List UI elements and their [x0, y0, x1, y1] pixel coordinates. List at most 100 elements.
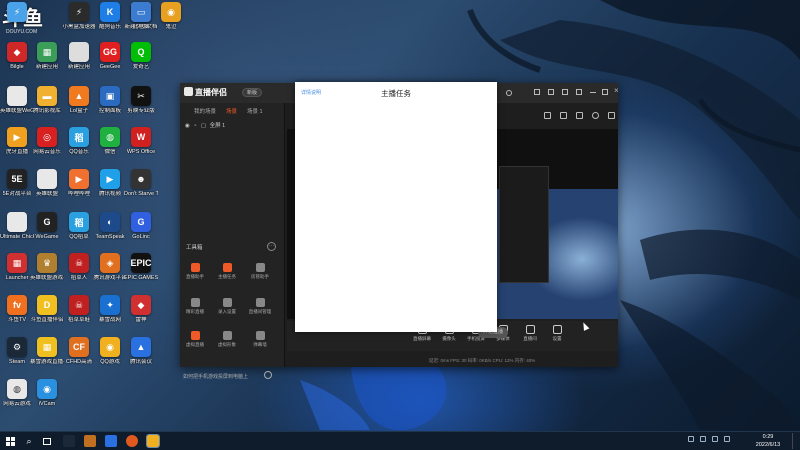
help-link[interactable]: 如何把手机游戏投屏到电脑上: [183, 373, 248, 380]
desktop-icon[interactable]: ⚙ Steam: [0, 337, 34, 366]
toolbox-item[interactable]: 虚拟直播: [180, 331, 210, 348]
desktop-icon[interactable]: ✂ 剪映专业版: [124, 86, 158, 115]
volume-icon[interactable]: [712, 436, 718, 442]
desktop-icon[interactable]: Q 爱奇艺: [124, 42, 158, 71]
version-badge[interactable]: 新版: [242, 88, 263, 97]
minimize-icon[interactable]: [590, 92, 596, 93]
lock-icon[interactable]: ▫: [194, 123, 196, 129]
source-tool-button[interactable]: 直播间: [516, 325, 544, 342]
desktop-icon[interactable]: ◐ TeamSpeak: [93, 212, 127, 241]
desktop-icon[interactable]: D 斗鱼直播伴侣: [30, 295, 64, 324]
desktop-icon[interactable]: ▬ 腾讯影视库: [30, 86, 64, 115]
input-method-icon[interactable]: [724, 436, 730, 442]
desktop-icon[interactable]: ◆ 雷神: [124, 295, 158, 324]
grid-icon[interactable]: [560, 112, 567, 119]
douyu-companion-taskbar-icon[interactable]: [146, 434, 160, 448]
desktop-icon[interactable]: ☻ Don't Starve Together: [124, 169, 158, 198]
desktop-icon[interactable]: CF CFHD高清: [62, 337, 96, 366]
app-taskbar-icon[interactable]: [105, 435, 117, 447]
desktop-icon[interactable]: ☠ 稻草人: [62, 253, 96, 282]
scene-item[interactable]: ◉ ▫ ▢ 全屏 1: [180, 115, 284, 129]
desktop-icon[interactable]: Ultimate Chicken: [0, 212, 34, 241]
desktop-icon[interactable]: G WeGame: [30, 212, 64, 241]
desktop-icon[interactable]: ▦ 新建应用: [30, 42, 64, 71]
desktop-icon[interactable]: K 酷狗音乐: [93, 2, 127, 31]
desktop-icon[interactable]: ▶ 虎牙直播: [0, 127, 34, 156]
desktop-icon[interactable]: GG GeeGee: [93, 42, 127, 71]
browser-taskbar-icon[interactable]: [126, 435, 138, 447]
desktop-icon[interactable]: 稻 QQ音乐: [62, 127, 96, 156]
toolbox-item[interactable]: 主播任务: [212, 263, 242, 280]
maximize-icon[interactable]: [602, 89, 608, 95]
desktop-icon[interactable]: ▦ Launcher: [0, 253, 34, 282]
start-button[interactable]: [3, 434, 17, 448]
bell-icon[interactable]: [592, 112, 599, 119]
desktop-icon[interactable]: ◆ Bilgle: [0, 42, 34, 71]
task-panel[interactable]: 详情说明 主播任务: [295, 82, 497, 332]
details-link[interactable]: 详情说明: [301, 89, 321, 96]
close-icon[interactable]: ×: [614, 86, 619, 95]
show-desktop-button[interactable]: [792, 433, 798, 449]
source-tool-button[interactable]: 设置: [543, 325, 571, 342]
desktop-icon[interactable]: ◉ 鬼泣: [154, 2, 188, 31]
toolbox-item[interactable]: 录入设置: [212, 298, 242, 315]
desktop-icon[interactable]: ⚡: [0, 2, 34, 24]
lock-icon[interactable]: [544, 112, 551, 119]
desktop-icon[interactable]: ▲ 腾讯会议: [124, 337, 158, 366]
skin-icon[interactable]: [534, 89, 540, 95]
desktop-icon[interactable]: ◈ 腾讯游戏平台: [93, 253, 127, 282]
desktop-icon[interactable]: ▶ 哔哩哔哩: [62, 169, 96, 198]
desktop-icon[interactable]: EPIC EPIC GAMES Together: [124, 253, 158, 282]
toolbox-item[interactable]: 虚拟形象: [212, 331, 242, 348]
desktop-icon[interactable]: ▭ 此电脑: [124, 2, 158, 31]
tab-scene-1[interactable]: 场景 1: [247, 107, 263, 115]
desktop-icon[interactable]: ☠ 稻草草鞋: [62, 295, 96, 324]
toolbox-item[interactable]: 直播间管理: [245, 298, 275, 315]
desktop-icon[interactable]: 稻 QQ稻草: [62, 212, 96, 241]
toolbox-item[interactable]: 直播助手: [180, 263, 210, 280]
desktop-icon[interactable]: ▣ 控制面板: [93, 86, 127, 115]
desktop-icon[interactable]: ◎ 网易云音乐: [30, 127, 64, 156]
desktop-icon-label: WPS Office: [126, 149, 156, 155]
desktop-icon[interactable]: ▶ 腾讯视频: [93, 169, 127, 198]
system-clock[interactable]: 0:29 2022/6/13: [748, 433, 788, 449]
download-icon[interactable]: [264, 371, 272, 379]
desktop-icon[interactable]: ◍ 微信: [93, 127, 127, 156]
desktop-icon[interactable]: ◉ iVCam: [30, 379, 64, 408]
toolbox-item[interactable]: 精彩直播: [180, 298, 210, 315]
record-icon[interactable]: [576, 112, 583, 119]
desktop-icon[interactable]: ▲ Lol盒子: [62, 86, 96, 115]
desktop-icon[interactable]: ▦ 暴雪游戏直播平台: [30, 337, 64, 366]
desktop-icon[interactable]: W WPS Office: [124, 127, 158, 156]
desktop-icon[interactable]: fv 斗鱼TV: [0, 295, 34, 324]
desktop-icon-label: Ultimate Chicken: [0, 234, 34, 240]
settings-icon[interactable]: [562, 89, 568, 95]
message-icon[interactable]: [548, 89, 554, 95]
desktop-icon[interactable]: G GoLinc: [124, 212, 158, 241]
desktop-icon[interactable]: 英雄联盟: [30, 169, 64, 198]
explorer-taskbar-icon[interactable]: [84, 435, 96, 447]
desktop-icon[interactable]: ◍ 网易云游戏: [0, 379, 34, 408]
steam-taskbar-icon[interactable]: [63, 435, 75, 447]
desktop-icon[interactable]: 新建应用: [62, 42, 96, 71]
toolbox-item[interactable]: 弹幕墙: [245, 331, 275, 348]
network-icon[interactable]: [700, 436, 706, 442]
toolbox-more-icon[interactable]: ···: [267, 242, 276, 251]
desktop-icon[interactable]: 英雄联盟WeGame版: [0, 86, 34, 115]
task-view-icon[interactable]: [40, 434, 54, 448]
desktop-app-icon: ♛: [37, 253, 57, 273]
toolbox-item[interactable]: 房管助手: [245, 263, 275, 280]
tray-chevron-icon[interactable]: [688, 436, 694, 442]
tab-my-scenes[interactable]: 我的场景: [194, 107, 216, 115]
desktop-icon[interactable]: ◉ QQ游戏: [93, 337, 127, 366]
desktop-icon[interactable]: 5E 5E对战平台: [0, 169, 34, 198]
desktop-icon[interactable]: ♛ 英雄联盟游戏平台: [30, 253, 64, 282]
search-icon[interactable]: ⌕: [22, 434, 36, 448]
desktop-icon[interactable]: ✦ 暴雪战网: [93, 295, 127, 324]
eye-icon[interactable]: ◉: [185, 123, 190, 129]
menu-icon[interactable]: [576, 89, 582, 95]
avatar-icon[interactable]: [506, 90, 512, 96]
tab-scene[interactable]: 场景: [226, 107, 237, 115]
desktop-icon[interactable]: ⚡ 小黑盒加速器: [62, 2, 96, 31]
share-icon[interactable]: [608, 112, 615, 119]
